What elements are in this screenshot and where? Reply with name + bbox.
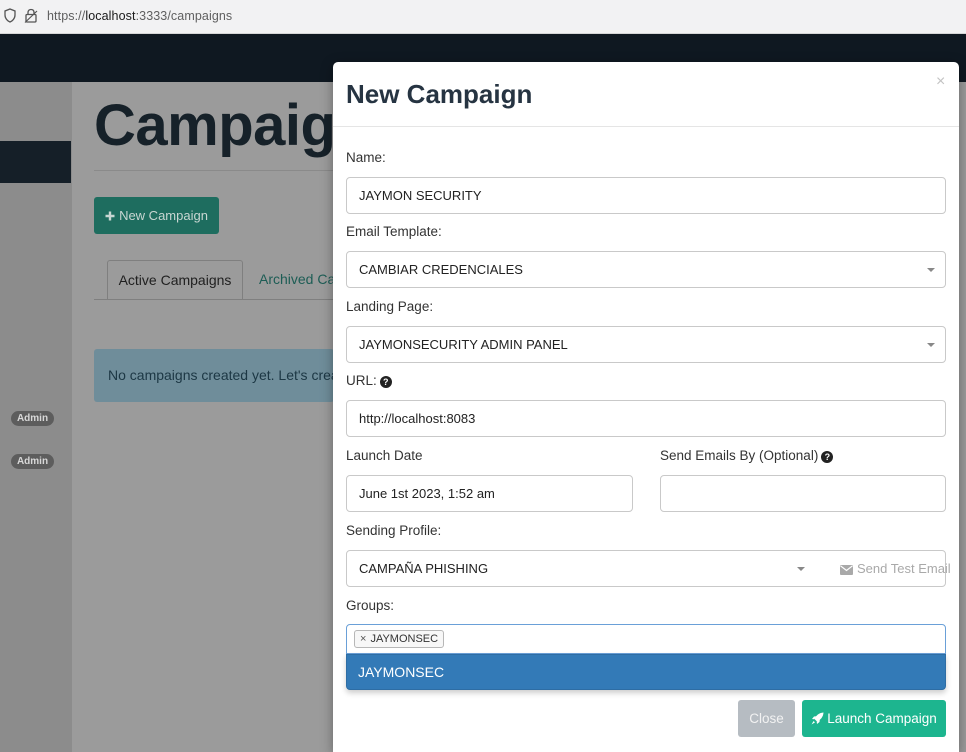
send-by-input[interactable] (660, 475, 946, 512)
sidebar-item-active[interactable] (0, 141, 71, 183)
remove-tag-icon[interactable]: × (360, 633, 366, 645)
new-campaign-modal: New Campaign × Name: JAYMON SECURITY Ema… (333, 62, 959, 752)
url-input[interactable]: http://localhost:8083 (346, 400, 946, 437)
url-text[interactable]: https://localhost:3333/campaigns (47, 9, 232, 23)
name-input[interactable]: JAYMON SECURITY (346, 177, 946, 214)
launch-date-input[interactable]: June 1st 2023, 1:52 am (346, 475, 633, 512)
landing-page-select[interactable]: JAYMONSECURITY ADMIN PANEL (346, 326, 946, 363)
admin-badge: Admin (11, 454, 54, 469)
lock-icon (24, 8, 38, 23)
caret-down-icon (927, 343, 935, 347)
sending-profile-label: Sending Profile: (346, 523, 442, 538)
group-tag-label: JAYMONSEC (370, 633, 439, 645)
send-by-label-text: Send Emails By (Optional) (660, 448, 819, 463)
new-campaign-label: New Campaign (119, 208, 208, 223)
launch-campaign-label: Launch Campaign (827, 711, 937, 726)
groups-dropdown-option[interactable]: JAYMONSEC (346, 654, 946, 690)
admin-badge: Admin (11, 411, 54, 426)
close-icon[interactable]: × (936, 73, 945, 91)
groups-label: Groups: (346, 598, 395, 613)
group-tag[interactable]: × JAYMONSEC (354, 630, 445, 648)
email-template-select[interactable]: CAMBIAR CREDENCIALES (346, 251, 946, 288)
empty-campaigns-alert: No campaigns created yet. Let's create o… (94, 349, 334, 402)
landing-page-value: JAYMONSECURITY ADMIN PANEL (359, 337, 568, 352)
send-by-label: Send Emails By (Optional)? (660, 448, 834, 463)
modal-header: New Campaign × (333, 62, 959, 127)
sending-profile-select[interactable]: CAMPAÑA PHISHING Send Test Email (346, 550, 951, 587)
url-label-text: URL: (346, 373, 377, 388)
tab-active-campaigns[interactable]: Active Campaigns (107, 260, 243, 300)
send-test-email-label: Send Test Email (857, 561, 951, 576)
sending-profile-value: CAMPAÑA PHISHING (359, 561, 489, 576)
launch-campaign-button[interactable]: Launch Campaign (802, 700, 946, 737)
new-campaign-button[interactable]: New Campaign (94, 197, 219, 234)
help-icon[interactable]: ? (379, 376, 392, 388)
launch-date-label: Launch Date (346, 448, 423, 463)
landing-page-label: Landing Page: (346, 299, 434, 314)
groups-multiselect[interactable]: × JAYMONSEC (346, 624, 946, 654)
modal-title: New Campaign (346, 79, 533, 109)
help-icon[interactable]: ? (821, 451, 834, 463)
plus-icon (105, 211, 115, 220)
email-template-label: Email Template: (346, 224, 442, 239)
caret-down-icon (927, 268, 935, 272)
envelope-icon (840, 565, 853, 575)
close-button[interactable]: Close (738, 700, 795, 737)
caret-down-icon (797, 567, 805, 571)
browser-url-bar[interactable]: https://localhost:3333/campaigns (0, 0, 966, 34)
email-template-value: CAMBIAR CREDENCIALES (359, 262, 523, 277)
url-label: URL:? (346, 373, 392, 388)
title-divider (94, 170, 334, 171)
rocket-icon (811, 712, 824, 725)
name-label: Name: (346, 150, 386, 165)
send-test-email-button[interactable]: Send Test Email (840, 551, 951, 586)
tabs-divider (94, 299, 334, 300)
shield-icon (4, 8, 16, 23)
